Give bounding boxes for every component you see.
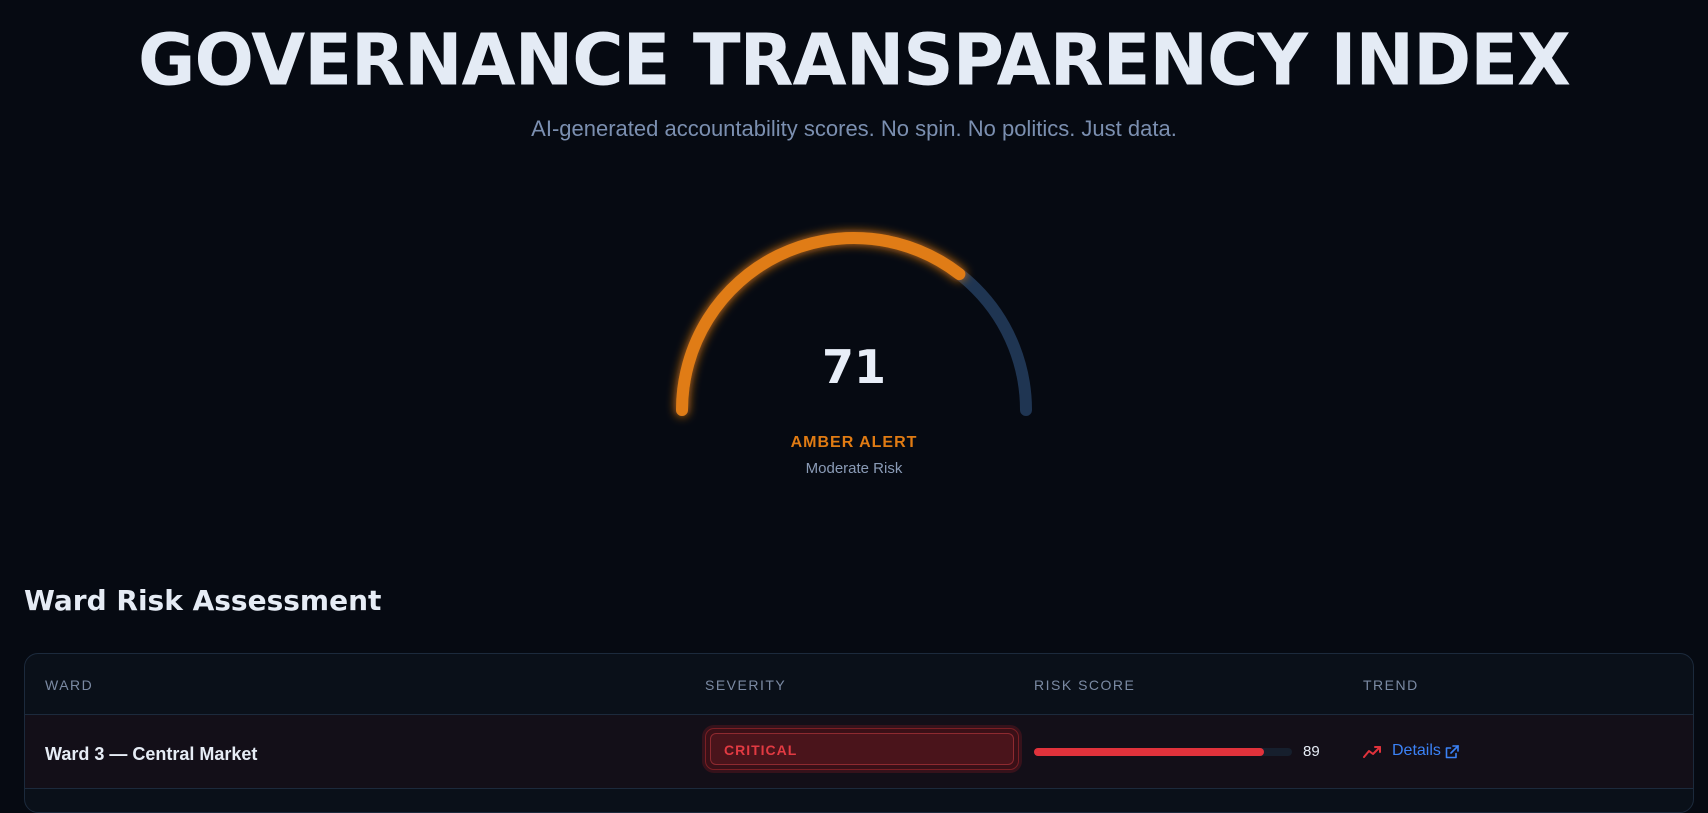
table-row[interactable]: Ward 3 — Central Market CRITICAL 89 Deta… [25, 715, 1693, 789]
risk-score-fill [1034, 748, 1264, 756]
risk-score-bar [1034, 748, 1292, 756]
ward-name: Ward 3 — Central Market [45, 744, 258, 764]
gauge-score: 71 [821, 340, 886, 394]
column-header-severity: SEVERITY [705, 677, 787, 693]
severity-label: CRITICAL [724, 742, 798, 758]
page-title: GOVERNANCE TRANSPARENCY INDEX [137, 18, 1571, 102]
external-link-icon[interactable] [1445, 745, 1459, 759]
hero-header: GOVERNANCE TRANSPARENCY INDEX AI-generat… [0, 0, 1708, 142]
details-link[interactable]: Details [1392, 742, 1441, 760]
risk-score-value: 89 [1303, 743, 1320, 760]
column-header-risk-score: RISK SCORE [1034, 677, 1136, 693]
gauge-risk-label: Moderate Risk [805, 460, 903, 477]
severity-badge: CRITICAL [705, 728, 1019, 770]
trending-up-icon [1363, 746, 1381, 758]
column-header-trend: TREND [1363, 677, 1419, 693]
table-header: WARD SEVERITY RISK SCORE TREND [25, 654, 1693, 715]
page-subtitle: AI-generated accountability scores. No s… [531, 116, 1177, 141]
gauge-status: AMBER ALERT [790, 434, 918, 451]
ward-risk-table: WARD SEVERITY RISK SCORE TREND Ward 3 — … [24, 653, 1694, 813]
column-header-ward: WARD [45, 677, 94, 693]
transparency-gauge: 71 AMBER ALERT Moderate Risk [654, 222, 1054, 492]
ward-section-title: Ward Risk Assessment [24, 584, 382, 617]
